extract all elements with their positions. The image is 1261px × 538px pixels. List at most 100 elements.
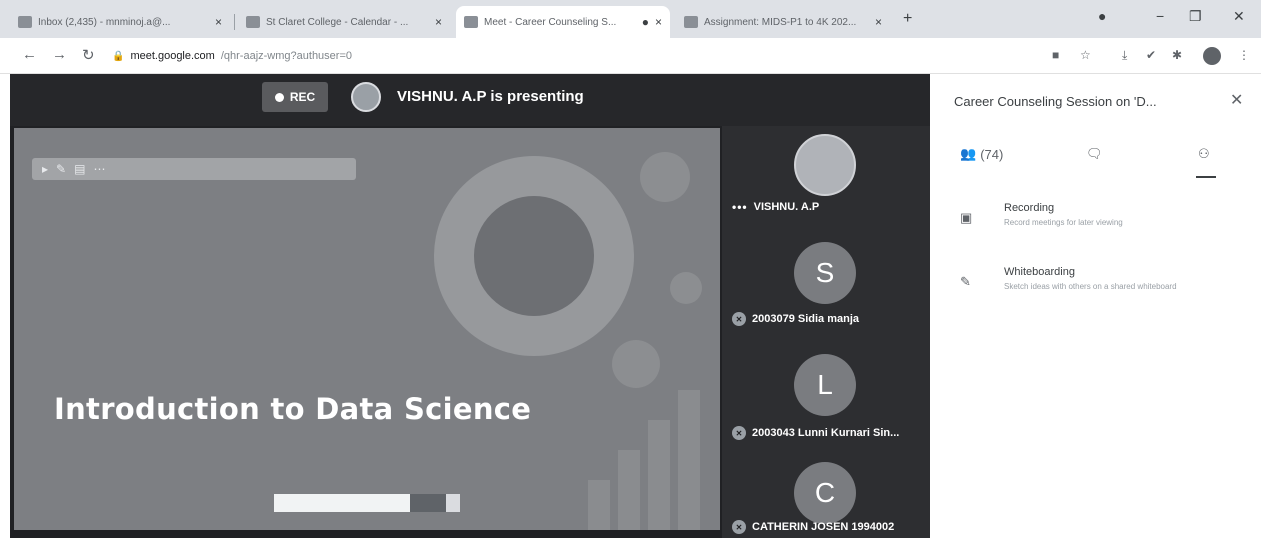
mic-muted-icon: ✕ xyxy=(732,426,746,440)
presenting-label: VISHNU. A.P is presenting xyxy=(397,88,584,105)
calendar-icon xyxy=(246,16,260,28)
participant-tile[interactable]: ••• VISHNU. A.P xyxy=(722,126,930,234)
presentation-header: REC VISHNU. A.P is presenting xyxy=(10,74,930,126)
browser-tab-strip: Inbox (2,435) - mnminoj.a@... × St Clare… xyxy=(0,0,1261,38)
whiteboard-icon: ✎ xyxy=(960,274,971,289)
puzzle-extension-icon[interactable]: ✱ xyxy=(1172,48,1182,62)
participant-name-row: ✕ 2003043 Lunni Kurnari Sin... xyxy=(732,426,928,440)
url-host: meet.google.com xyxy=(130,50,215,62)
slide-bar-segment xyxy=(446,494,460,512)
audio-icon[interactable]: ● xyxy=(642,15,649,29)
slide-bar-button xyxy=(410,494,446,512)
decorative-bar xyxy=(648,420,670,530)
activity-whiteboarding[interactable]: ✎ Whiteboarding Sketch ideas with others… xyxy=(954,266,1244,310)
participant-initial-avatar: C xyxy=(794,462,856,524)
participant-name: CATHERIN JOSEN 1994002 xyxy=(752,521,895,533)
participant-name-row: ✕ 2003079 Sidia manja xyxy=(732,312,928,326)
activity-name: Whiteboarding xyxy=(1004,266,1075,278)
decorative-ring-center xyxy=(474,196,594,316)
participant-tile[interactable]: L ✕ 2003043 Lunni Kurnari Sin... xyxy=(722,342,930,450)
url-path: /qhr-aajz-wmg?authuser=0 xyxy=(220,50,352,62)
reload-icon[interactable]: ↻ xyxy=(82,46,95,64)
bookmark-star-icon[interactable]: ☆ xyxy=(1080,48,1091,62)
back-icon[interactable]: ← xyxy=(22,46,37,63)
tab-title: Assignment: MIDS-P1 to 4K 202... xyxy=(704,16,857,28)
menu-kebab-icon[interactable]: ⋮ xyxy=(1238,48,1250,62)
decorative-bubble xyxy=(670,272,702,304)
participant-tile[interactable]: S ✕ 2003079 Sidia manja xyxy=(722,234,930,342)
tab-people[interactable]: 👥 (74) xyxy=(960,146,1003,162)
participant-initial-avatar: S xyxy=(794,242,856,304)
participant-name-row: ✕ CATHERIN JOSEN 1994002 xyxy=(732,520,928,534)
shared-slide: ▸ ✎ ▤ ⋯ Introduction to Data Science xyxy=(14,128,720,530)
panel-title: Career Counseling Session on 'D... xyxy=(954,94,1157,109)
slide-title: Introduction to Data Science xyxy=(54,392,532,426)
browser-tab-meet[interactable]: Meet - Career Counseling S... ● × xyxy=(456,6,670,38)
activities-panel: Career Counseling Session on 'D... ✕ 👥 (… xyxy=(930,74,1261,538)
participant-tile[interactable]: C ✕ CATHERIN JOSEN 1994002 xyxy=(722,450,930,538)
tab-separator xyxy=(234,14,235,30)
extension-icon[interactable]: ● xyxy=(1098,8,1106,24)
more-options-icon[interactable]: ••• xyxy=(732,200,748,214)
profile-avatar[interactable] xyxy=(1203,47,1221,65)
tab-activities[interactable]: ⚇ xyxy=(1198,146,1210,162)
participant-name: VISHNU. A.P xyxy=(753,201,820,213)
mail-icon xyxy=(18,16,32,28)
participant-name: 2003043 Lunni Kurnari Sin... xyxy=(752,427,900,439)
browser-tab-assignment[interactable]: Assignment: MIDS-P1 to 4K 202... × xyxy=(676,6,890,38)
pages-icon: ▤ xyxy=(74,162,86,176)
decorative-bar xyxy=(618,450,640,530)
pen-icon: ✎ xyxy=(56,162,67,176)
activity-name: Recording xyxy=(1004,202,1055,214)
decorative-bar xyxy=(588,480,610,530)
tab-title: St Claret College - Calendar - ... xyxy=(266,16,409,28)
close-icon[interactable]: × xyxy=(215,15,222,29)
activity-description: Record meetings for later viewing xyxy=(1004,218,1123,227)
activity-description: Sketch ideas with others on a shared whi… xyxy=(1004,282,1177,291)
pointer-icon: ▸ xyxy=(42,162,49,176)
browser-toolbar: ← → ↻ 🔒 meet.google.com/qhr-aajz-wmg?aut… xyxy=(0,38,1261,74)
participant-tiles: ••• VISHNU. A.P S ✕ 2003079 Sidia manja … xyxy=(722,126,930,538)
browser-tab-calendar[interactable]: St Claret College - Calendar - ... × xyxy=(238,6,450,38)
activity-recording[interactable]: ▣ Recording Record meetings for later vi… xyxy=(954,202,1244,246)
people-icon: 👥 xyxy=(960,146,977,161)
tab-title: Inbox (2,435) - mnminoj.a@... xyxy=(38,16,171,28)
forward-icon[interactable]: → xyxy=(52,46,67,63)
tab-chat[interactable]: 🗨 xyxy=(1086,146,1103,162)
tab-title: Meet - Career Counseling S... xyxy=(484,16,617,28)
camera-permission-icon[interactable]: ■ xyxy=(1052,48,1059,62)
toolbar-more-icon: ⋯ xyxy=(93,162,106,176)
active-tab-indicator xyxy=(1196,176,1216,178)
participant-name-row: ••• VISHNU. A.P xyxy=(732,200,928,214)
decorative-bar xyxy=(678,390,700,530)
meet-icon xyxy=(464,16,478,28)
close-window-icon[interactable]: ✕ xyxy=(1233,8,1245,25)
close-icon[interactable]: × xyxy=(435,15,442,29)
rec-label: REC xyxy=(289,90,316,104)
lock-icon: 🔒 xyxy=(112,50,125,62)
participant-initial-avatar: L xyxy=(794,354,856,416)
classroom-icon xyxy=(684,16,698,28)
activities-icon: ⚇ xyxy=(1198,146,1210,161)
close-icon[interactable]: ✕ xyxy=(1230,90,1243,110)
participant-photo xyxy=(794,134,856,196)
close-icon[interactable]: × xyxy=(875,15,882,29)
recording-badge: REC xyxy=(262,82,328,112)
slide-toolbar: ▸ ✎ ▤ ⋯ xyxy=(32,158,356,180)
slide-bar-segment xyxy=(274,494,410,512)
address-bar[interactable]: 🔒 meet.google.com/qhr-aajz-wmg?authuser=… xyxy=(112,44,1002,68)
record-icon: ▣ xyxy=(960,210,973,225)
checkmark-extension-icon[interactable]: ✔ xyxy=(1146,48,1156,62)
decorative-bubble xyxy=(612,340,660,388)
download-icon[interactable]: ⤓ xyxy=(1122,48,1127,63)
record-dot-icon xyxy=(274,92,284,102)
close-icon[interactable]: × xyxy=(655,15,662,29)
new-tab-icon[interactable]: + xyxy=(903,10,912,28)
chat-icon: 🗨 xyxy=(1086,146,1103,161)
minimize-icon[interactable]: − xyxy=(1156,8,1164,24)
browser-tab-gmail[interactable]: Inbox (2,435) - mnminoj.a@... × xyxy=(10,6,230,38)
mic-muted-icon: ✕ xyxy=(732,520,746,534)
participant-name: 2003079 Sidia manja xyxy=(752,313,860,325)
restore-icon[interactable]: ❐ xyxy=(1189,8,1202,25)
meet-stage: REC VISHNU. A.P is presenting ▸ ✎ ▤ ⋯ In… xyxy=(10,74,930,538)
